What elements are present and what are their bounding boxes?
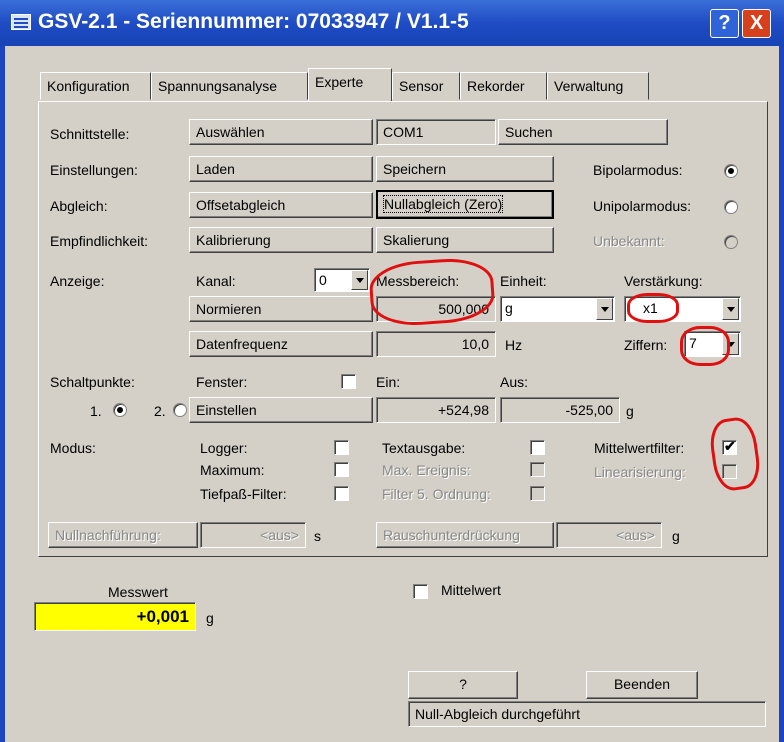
chevron-down-icon[interactable] bbox=[351, 270, 368, 290]
skalierung-button[interactable]: Skalierung bbox=[376, 227, 554, 253]
abgleich-label: Abgleich: bbox=[50, 198, 108, 214]
anzeige-label: Anzeige: bbox=[50, 273, 105, 289]
logger-checkbox[interactable] bbox=[334, 440, 349, 455]
app-icon bbox=[11, 14, 31, 30]
auswaehlen-button[interactable]: Auswählen bbox=[189, 119, 373, 145]
beenden-button[interactable]: Beenden bbox=[586, 671, 698, 699]
suchen-button[interactable]: Suchen bbox=[498, 119, 668, 145]
schaltpunkt-1-label: 1. bbox=[90, 403, 102, 419]
modus-label: Modus: bbox=[50, 440, 96, 456]
unbekannt-radio bbox=[724, 235, 738, 249]
help-button[interactable]: ? bbox=[710, 9, 739, 38]
nullnachfuehrung-button: Nullnachführung: bbox=[48, 522, 198, 548]
datenfrequenz-button[interactable]: Datenfrequenz bbox=[189, 331, 373, 357]
aus-field: -525,00 bbox=[500, 397, 620, 423]
bipolar-label: Bipolarmodus: bbox=[593, 162, 683, 178]
tiefpass-checkbox[interactable] bbox=[334, 486, 349, 501]
einheit-label: Einheit: bbox=[500, 273, 547, 289]
unipolar-radio[interactable] bbox=[724, 200, 738, 214]
messwert-display: +0,001 bbox=[34, 602, 196, 631]
maximum-label: Maximum: bbox=[200, 462, 265, 478]
annotation-circle-ziffern bbox=[680, 326, 730, 366]
schaltpunkt-1-radio[interactable] bbox=[113, 403, 127, 417]
bipolar-radio[interactable] bbox=[724, 164, 738, 178]
textausgabe-label: Textausgabe: bbox=[382, 440, 466, 456]
tiefpass-label: Tiefpaß-Filter: bbox=[200, 486, 287, 502]
unipolar-label: Unipolarmodus: bbox=[593, 198, 692, 214]
kanal-dropdown[interactable]: 0 bbox=[314, 268, 370, 292]
linearisierung-label: Linearisierung: bbox=[594, 464, 686, 480]
offsetabgleich-button[interactable]: Offsetabgleich bbox=[189, 192, 373, 218]
laden-button[interactable]: Laden bbox=[189, 156, 373, 182]
speichern-button[interactable]: Speichern bbox=[376, 156, 554, 182]
nullnachfuehrung-field: <aus> bbox=[200, 522, 306, 548]
verstaerkung-label: Verstärkung: bbox=[624, 273, 703, 289]
tab-konfiguration[interactable]: Konfiguration bbox=[40, 72, 151, 100]
annotation-circle-verstaerkung bbox=[627, 293, 679, 323]
textausgabe-checkbox[interactable] bbox=[530, 440, 545, 455]
unbekannt-label: Unbekannt: bbox=[593, 233, 665, 249]
schnittstelle-label: Schnittstelle: bbox=[50, 126, 130, 142]
einheit-dropdown[interactable]: g bbox=[500, 296, 615, 322]
mittelwertfilter-label: Mittelwertfilter: bbox=[594, 440, 685, 456]
nullabgleich-button[interactable]: Nullabgleich (Zero) bbox=[376, 190, 554, 219]
mittelwert-checkbox[interactable] bbox=[413, 584, 428, 599]
com-port-field: COM1 bbox=[376, 119, 496, 145]
einheit-value: g bbox=[505, 300, 513, 316]
ziffern-label: Ziffern: bbox=[624, 337, 668, 353]
schaltpunkte-label: Schaltpunkte: bbox=[50, 374, 135, 390]
tab-verwaltung[interactable]: Verwaltung bbox=[547, 72, 649, 100]
datenfrequenz-field: 10,0 bbox=[376, 331, 496, 357]
hz-label: Hz bbox=[505, 337, 523, 353]
kalibrierung-button[interactable]: Kalibrierung bbox=[189, 227, 373, 253]
chevron-down-icon[interactable] bbox=[722, 298, 739, 320]
max-ereignis-checkbox bbox=[530, 462, 545, 477]
aus-label: Aus: bbox=[500, 374, 529, 390]
tab-sensor[interactable]: Sensor bbox=[392, 72, 460, 100]
kanal-label: Kanal: bbox=[196, 273, 236, 289]
filter5-label: Filter 5. Ordnung: bbox=[382, 486, 491, 502]
tab-rekorder[interactable]: Rekorder bbox=[460, 72, 547, 100]
max-ereignis-label: Max. Ereignis: bbox=[382, 462, 471, 478]
kanal-value: 0 bbox=[319, 272, 327, 288]
einstellen-button[interactable]: Einstellen bbox=[189, 397, 373, 423]
window-title: GSV-2.1 - Seriennummer: 07033947 / V1.1-… bbox=[38, 10, 469, 33]
nullabgleich-label: Nullabgleich (Zero) bbox=[382, 195, 504, 213]
ein-label: Ein: bbox=[376, 374, 401, 390]
help-question-button[interactable]: ? bbox=[408, 671, 518, 699]
rauschunterdrueckung-button: Rauschunterdrückung bbox=[376, 522, 554, 548]
aus-unit: g bbox=[626, 403, 634, 419]
chevron-down-icon[interactable] bbox=[596, 298, 613, 320]
mittelwert-label: Mittelwert bbox=[441, 582, 501, 598]
messwert-label: Messwert bbox=[108, 584, 168, 600]
schaltpunkt-2-radio[interactable] bbox=[173, 403, 187, 417]
close-button[interactable]: X bbox=[742, 9, 771, 38]
s-unit: s bbox=[314, 528, 321, 544]
logger-label: Logger: bbox=[200, 440, 248, 456]
fenster-checkbox[interactable] bbox=[341, 374, 356, 389]
maximum-checkbox[interactable] bbox=[334, 462, 349, 477]
einstellungen-label: Einstellungen: bbox=[50, 162, 138, 178]
normieren-button[interactable]: Normieren bbox=[189, 296, 373, 322]
fenster-label: Fenster: bbox=[196, 374, 248, 390]
filter5-checkbox bbox=[530, 486, 545, 501]
g-unit: g bbox=[672, 528, 680, 544]
status-field: Null-Abgleich durchgeführt bbox=[408, 701, 766, 727]
tab-spannungsanalyse[interactable]: Spannungsanalyse bbox=[151, 72, 308, 100]
ein-field: +524,98 bbox=[376, 397, 496, 423]
empfindlichkeit-label: Empfindlichkeit: bbox=[50, 233, 149, 249]
tab-experte[interactable]: Experte bbox=[308, 68, 392, 101]
messwert-unit: g bbox=[206, 610, 214, 626]
rauschunterdrueckung-field: <aus> bbox=[556, 522, 662, 548]
schaltpunkt-2-label: 2. bbox=[154, 403, 166, 419]
